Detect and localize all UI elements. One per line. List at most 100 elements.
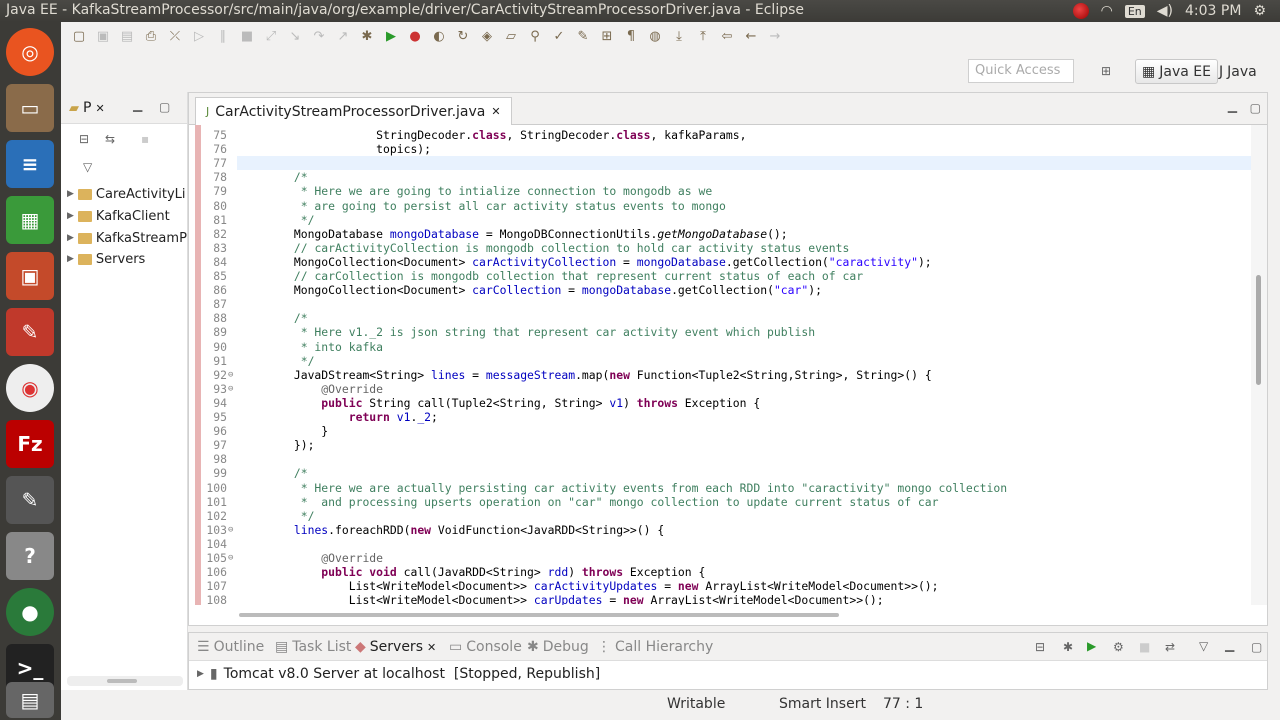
code-line[interactable]: StringDecoder.class, StringDecoder.class…	[239, 128, 746, 142]
code-line[interactable]: /*	[239, 170, 308, 184]
expand-icon[interactable]: ▶	[197, 669, 204, 679]
new-icon[interactable]: ▢	[69, 26, 89, 46]
eclipse-icon[interactable]: ●	[6, 588, 54, 636]
debug-icon[interactable]: ✱	[357, 26, 377, 46]
horizontal-scrollbar[interactable]	[67, 676, 183, 686]
refresh-icon[interactable]: ↻	[453, 26, 473, 46]
open-folder-icon[interactable]: ▱	[501, 26, 521, 46]
code-line[interactable]: }	[239, 424, 328, 438]
back-icon[interactable]: ⇦	[717, 26, 737, 46]
close-icon[interactable]: ✕	[427, 641, 436, 654]
code-line[interactable]: * and processing upserts operation on "c…	[239, 495, 939, 509]
code-line[interactable]: * Here we are actually persisting car ac…	[239, 481, 1007, 495]
stop-icon[interactable]: ■	[1139, 640, 1150, 654]
step-over-icon[interactable]: ↷	[309, 26, 329, 46]
code-area[interactable]: 75 StringDecoder.class, StringDecoder.cl…	[189, 125, 1251, 605]
step-return-icon[interactable]: ↗	[333, 26, 353, 46]
fold-icon[interactable]: ⊖	[228, 384, 233, 394]
calc-icon[interactable]: ▦	[6, 196, 54, 244]
horizontal-scrollbar[interactable]	[239, 609, 1239, 621]
skip-breakpoints-icon[interactable]: ⤫	[165, 26, 185, 46]
chrome-icon[interactable]: ◉	[6, 364, 54, 412]
open-perspective-icon[interactable]: ⊞	[1101, 64, 1111, 78]
server-item[interactable]: ▶ ▮ Tomcat v8.0 Server at localhost [Sto…	[197, 666, 600, 682]
code-line[interactable]: */	[239, 354, 315, 368]
new-server-icon[interactable]: ◐	[429, 26, 449, 46]
files-icon[interactable]: ▭	[6, 84, 54, 132]
link-editor-icon[interactable]: ⇆	[105, 132, 115, 146]
code-line[interactable]: /*	[239, 311, 308, 325]
expand-icon[interactable]: ▶	[67, 233, 74, 243]
record-icon[interactable]	[1072, 3, 1089, 19]
tree-item[interactable]: ▶ KafkaStreamP	[67, 228, 187, 248]
code-line[interactable]: List<WriteModel<Document>> carUpdates = …	[239, 593, 884, 605]
code-line[interactable]: topics);	[239, 142, 431, 156]
highlight-icon[interactable]: ✎	[573, 26, 593, 46]
writer-icon[interactable]: ≡	[6, 140, 54, 188]
trash-icon[interactable]: ▤	[6, 682, 54, 718]
code-line[interactable]: public void call(JavaRDD<String> rdd) th…	[239, 565, 705, 579]
clock[interactable]: 4:03 PM	[1185, 3, 1241, 19]
code-line[interactable]: return v1._2;	[239, 410, 438, 424]
maximize-icon[interactable]: ▢	[159, 100, 170, 114]
impress-icon[interactable]: ▣	[6, 252, 54, 300]
tree-item[interactable]: ▶ Servers	[67, 249, 187, 269]
search-icon[interactable]: ⚲	[525, 26, 545, 46]
fold-icon[interactable]: ⊖	[228, 525, 233, 535]
debug-server-icon[interactable]: ✱	[1063, 640, 1073, 654]
save-all-icon[interactable]: ▤	[117, 26, 137, 46]
code-line[interactable]: public String call(Tuple2<String, String…	[239, 396, 760, 410]
fold-icon[interactable]: ⊖	[228, 370, 233, 380]
coverage-icon[interactable]: ●	[405, 26, 425, 46]
maximize-icon[interactable]: ▢	[1250, 101, 1261, 115]
next-annotation-icon[interactable]: ⤓	[669, 26, 689, 46]
open-type-icon[interactable]: ◈	[477, 26, 497, 46]
help-icon[interactable]: ?	[6, 532, 54, 580]
settings-icon[interactable]: ⚙	[1253, 3, 1266, 19]
expand-icon[interactable]: ▶	[67, 211, 74, 221]
minimize-icon[interactable]: ▁	[133, 98, 142, 112]
code-line[interactable]: JavaDStream<String> lines = messageStrea…	[239, 368, 932, 382]
annotation-icon[interactable]: ✓	[549, 26, 569, 46]
profile-icon[interactable]: ⚙	[1113, 640, 1124, 654]
code-line[interactable]: MongoDatabase mongoDatabase = MongoDBCon…	[239, 227, 788, 241]
code-line[interactable]: lines.foreachRDD(new VoidFunction<JavaRD…	[239, 523, 664, 537]
perspective-java[interactable]: J Java	[1213, 59, 1263, 84]
tab-servers[interactable]: ◆ Servers ✕	[355, 639, 436, 655]
minimize-icon[interactable]: ▁	[1225, 638, 1234, 652]
perspective-java-ee[interactable]: ▦ Java EE	[1135, 59, 1218, 84]
text-editor-icon[interactable]: ✎	[6, 476, 54, 524]
editor-tab[interactable]: J CarActivityStreamProcessorDriver.java …	[195, 97, 512, 125]
collapse-icon[interactable]: ⊟	[1035, 640, 1045, 654]
terminate-icon[interactable]: ■	[237, 26, 257, 46]
code-line[interactable]: * Here we are going to intialize connect…	[239, 184, 712, 198]
code-line[interactable]: // carCollection is mongodb collection t…	[239, 269, 863, 283]
tab-task-list[interactable]: ▤ Task List	[275, 639, 351, 655]
globe-icon[interactable]: ◍	[645, 26, 665, 46]
code-line[interactable]: // carActivityCollection is mongodb coll…	[239, 241, 849, 255]
close-icon[interactable]: ✕	[95, 102, 104, 115]
forward-icon[interactable]: →	[765, 26, 785, 46]
block-select-icon[interactable]: ⊞	[597, 26, 617, 46]
publish-icon[interactable]: ⇄	[1165, 640, 1175, 654]
collapse-all-icon[interactable]: ⊟	[79, 132, 89, 146]
tab-debug[interactable]: ✱ Debug	[527, 639, 589, 655]
code-line[interactable]: });	[239, 438, 315, 452]
wifi-icon[interactable]: ◠	[1101, 3, 1113, 19]
code-line[interactable]: MongoCollection<Document> carCollection …	[239, 283, 822, 297]
suspend-icon[interactable]: ∥	[213, 26, 233, 46]
ubuntu-icon[interactable]: ◎	[6, 28, 54, 76]
tab-outline[interactable]: ☰ Outline	[197, 639, 264, 655]
expand-icon[interactable]: ▶	[67, 189, 74, 199]
save-icon[interactable]: ▣	[93, 26, 113, 46]
code-line[interactable]: */	[239, 509, 315, 523]
close-icon[interactable]: ✕	[491, 105, 500, 118]
step-into-icon[interactable]: ↘	[285, 26, 305, 46]
code-line[interactable]: * Here v1._2 is json string that represe…	[239, 325, 815, 339]
code-line[interactable]: */	[239, 213, 315, 227]
code-line[interactable]: /*	[239, 466, 308, 480]
code-line[interactable]: * into kafka	[239, 340, 383, 354]
scroll-thumb[interactable]	[239, 613, 839, 617]
prev-annotation-icon[interactable]: ⤒	[693, 26, 713, 46]
resume-icon[interactable]: ▷	[189, 26, 209, 46]
